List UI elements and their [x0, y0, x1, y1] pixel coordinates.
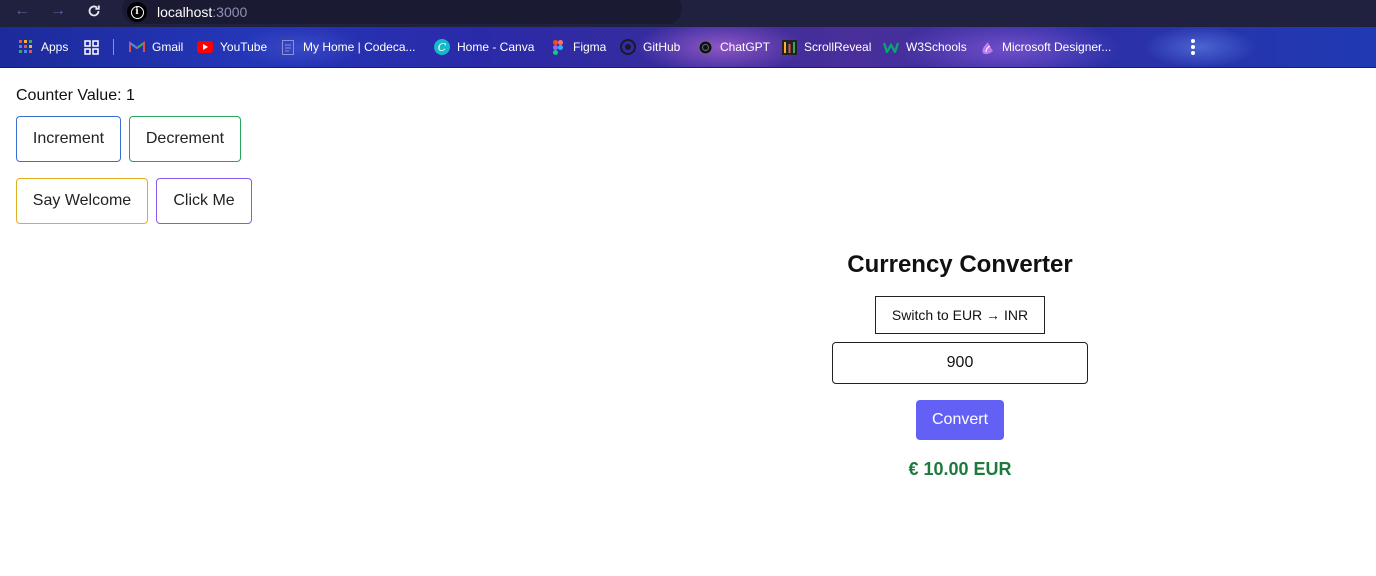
bookmarks-overflow-button[interactable] [1185, 38, 1208, 56]
url-port: :3000 [212, 4, 248, 20]
bookmark-codecademy[interactable]: My Home | Codeca... [280, 38, 416, 56]
overflow-dots-icon [1185, 39, 1201, 55]
address-bar[interactable]: i localhost:3000 [122, 0, 682, 24]
convert-button[interactable]: Convert [916, 400, 1004, 440]
youtube-icon [197, 39, 213, 55]
bookmark-github[interactable]: GitHub [620, 38, 680, 56]
bookmarks-bar: Apps Gmail YouTube My Home | Codeca... C… [0, 27, 1376, 68]
bookmark-label: Home - Canva [457, 40, 535, 54]
tab-groups-button[interactable] [83, 38, 106, 56]
figma-icon [550, 39, 566, 55]
bookmark-chatgpt[interactable]: ChatGPT [697, 38, 770, 56]
site-info-icon[interactable]: i [127, 2, 147, 22]
back-arrow-icon[interactable]: ← [9, 0, 35, 22]
bookmark-figma[interactable]: Figma [550, 38, 606, 56]
bookmark-label: Gmail [152, 40, 184, 54]
click-me-button[interactable]: Click Me [156, 178, 252, 224]
amount-input[interactable] [832, 342, 1088, 384]
conversion-result: € 10.00 EUR [908, 459, 1012, 479]
w3schools-icon [883, 39, 899, 55]
bookmark-gmail[interactable]: Gmail [129, 38, 183, 56]
increment-button[interactable]: Increment [16, 116, 121, 162]
bookmark-scrollreveal[interactable]: ScrollReveal [781, 38, 871, 56]
bookmark-label: My Home | Codeca... [303, 40, 416, 54]
codecademy-icon [280, 39, 296, 55]
bookmark-microsoft-designer[interactable]: Microsoft Designer... [979, 38, 1111, 56]
microsoft-designer-icon [979, 39, 995, 55]
bookmarks-divider [113, 39, 114, 55]
bookmark-label: Apps [41, 40, 69, 54]
svg-text:C: C [438, 41, 447, 54]
bookmark-label: ChatGPT [720, 40, 771, 54]
gmail-icon [129, 39, 145, 55]
currency-converter-title: Currency Converter [847, 251, 1073, 278]
forward-arrow-icon[interactable]: → [45, 0, 71, 22]
canva-icon: C [434, 39, 450, 55]
reload-icon[interactable] [81, 0, 107, 22]
bookmark-label: YouTube [220, 40, 268, 54]
switch-currency-button[interactable]: Switch to EUR → INR [875, 296, 1045, 334]
url-host: localhost [157, 4, 213, 20]
bookmark-label: Microsoft Designer... [1002, 40, 1112, 54]
chatgpt-icon [697, 39, 713, 55]
bookmark-youtube[interactable]: YouTube [197, 38, 267, 56]
bookmark-label: Figma [573, 40, 607, 54]
bookmark-apps[interactable]: Apps [18, 38, 68, 56]
bookmark-w3schools[interactable]: W3Schools [883, 38, 967, 56]
bookmark-label: GitHub [643, 40, 681, 54]
bookmark-canva[interactable]: C Home - Canva [434, 38, 534, 56]
bookmark-label: W3Schools [906, 40, 967, 54]
scrollreveal-icon [781, 39, 797, 55]
browser-toolbar: ← → i localhost:3000 [0, 0, 1376, 27]
bookmark-label: ScrollReveal [804, 40, 872, 54]
apps-grid-icon [18, 39, 34, 55]
tab-grid-icon [83, 39, 99, 55]
url-text[interactable]: localhost:3000 [157, 4, 247, 20]
say-welcome-button[interactable]: Say Welcome [16, 178, 148, 224]
github-icon [620, 39, 636, 55]
counter-value-label: Counter Value: 1 [16, 87, 135, 104]
decrement-button[interactable]: Decrement [129, 116, 241, 162]
